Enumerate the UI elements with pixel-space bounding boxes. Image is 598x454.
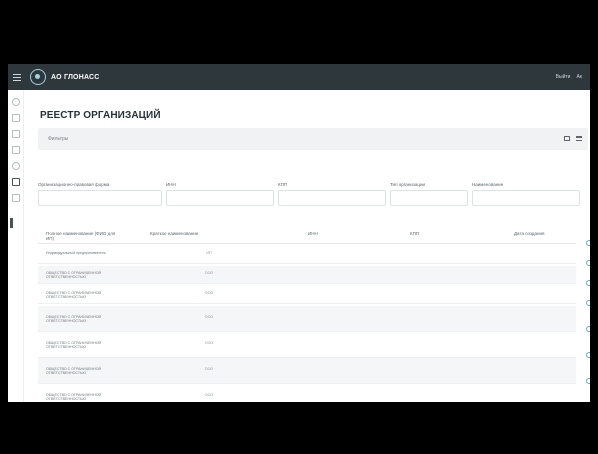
page-title: РЕЕСТР ОРГАНИЗАЦИЙ: [40, 110, 161, 121]
clock-icon[interactable]: [11, 98, 20, 106]
cell-short: ООО: [204, 315, 214, 319]
table-header: Полное наименование (ФИО для ИП) Краткое…: [38, 224, 576, 244]
info-icon[interactable]: [586, 378, 590, 384]
chart-icon[interactable]: [11, 114, 20, 122]
main-content: РЕЕСТР ОРГАНИЗАЦИЙ Фильтры Организационн…: [24, 90, 590, 402]
info-icon[interactable]: [586, 326, 590, 332]
cell-short: ООО: [204, 393, 214, 397]
filter-label-inn: ИНН: [166, 182, 176, 187]
menu-icon[interactable]: [8, 64, 26, 90]
logout-link[interactable]: Выйти: [556, 74, 571, 80]
cell-short: ООО: [204, 341, 214, 345]
top-bar: АО ГЛОНАСС Выйти Ак: [8, 64, 590, 90]
filter-input-name[interactable]: [472, 190, 580, 206]
cell-short: ООО: [204, 271, 214, 275]
filter-label-org-type: Тип организации: [390, 182, 425, 187]
sidebar: [8, 90, 24, 402]
table-row[interactable]: ОБЩЕСТВО С ОГРАНИЧЕННОЙ ОТВЕТСТВЕННОСТЬЮ…: [38, 286, 576, 304]
filter-input-org-type[interactable]: [390, 190, 468, 206]
cell-name: ОБЩЕСТВО С ОГРАНИЧЕННОЙ ОТВЕТСТВЕННОСТЬЮ: [46, 341, 102, 350]
table-row[interactable]: ОБЩЕСТВО С ОГРАНИЧЕННОЙ ОТВЕТСТВЕННОСТЬЮ…: [38, 306, 576, 332]
cell-name: ОБЩЕСТВО С ОГРАНИЧЕННОЙ ОТВЕТСТВЕННОСТЬЮ: [46, 367, 102, 376]
filter-label-name: Наименование: [472, 182, 504, 187]
filters-label: Фильтры: [48, 136, 69, 142]
col-short-name[interactable]: Краткое наименование: [150, 231, 198, 236]
user-name[interactable]: Ак: [576, 74, 582, 80]
filter-input-kpp[interactable]: [278, 190, 386, 206]
glonass-logo-icon: [30, 69, 46, 85]
top-bar-right: Выйти Ак: [556, 74, 582, 80]
cell-name: ОБЩЕСТВО С ОГРАНИЧЕННОЙ ОТВЕТСТВЕННОСТЬЮ: [46, 315, 102, 324]
folder-icon[interactable]: [11, 130, 20, 138]
cell-short: ИП: [206, 251, 212, 255]
table-row[interactable]: ОБЩЕСТВО С ОГРАНИЧЕННОЙ ОТВЕТСТВЕННОСТЬЮ…: [38, 266, 576, 284]
cell-name: Индивидуальный предприниматель: [46, 251, 106, 255]
document-icon[interactable]: [11, 178, 20, 186]
profile-icon[interactable]: [11, 162, 20, 170]
col-kpp[interactable]: КПП: [410, 231, 419, 236]
col-inn[interactable]: ИНН: [308, 231, 318, 236]
table-row[interactable]: Индивидуальный предприниматель ИП: [38, 246, 576, 264]
cell-short: ООО: [204, 367, 214, 371]
tag-icon[interactable]: [11, 194, 20, 202]
filter-label-org-form: Организационно-правовая форма: [38, 182, 110, 187]
table-row[interactable]: ОБЩЕСТВО С ОГРАНИЧЕННОЙ ОТВЕТСТВЕННОСТЬЮ…: [38, 358, 576, 384]
filter-icon[interactable]: [576, 136, 582, 141]
filter-input-org-form[interactable]: [38, 190, 162, 206]
grid-icon[interactable]: [11, 146, 20, 154]
col-full-name[interactable]: Полное наименование (ФИО для ИП): [46, 231, 116, 241]
cell-short: ООО: [204, 291, 214, 295]
sort-icon[interactable]: [564, 136, 570, 141]
filter-label-kpp: КПП: [278, 182, 288, 187]
info-icon[interactable]: [586, 300, 590, 306]
cell-name: ОБЩЕСТВО С ОГРАНИЧЕННОЙ ОТВЕТСТВЕННОСТЬЮ: [46, 393, 102, 402]
cell-name: ОБЩЕСТВО С ОГРАНИЧЕННОЙ ОТВЕТСТВЕННОСТЬЮ: [46, 271, 102, 280]
col-created-date[interactable]: Дата создания: [514, 231, 545, 236]
filter-input-inn[interactable]: [166, 190, 274, 206]
filters-bar[interactable]: Фильтры: [38, 128, 588, 150]
info-icon[interactable]: [586, 280, 590, 286]
table-row[interactable]: ОБЩЕСТВО С ОГРАНИЧЕННОЙ ОТВЕТСТВЕННОСТЬЮ…: [38, 332, 576, 358]
info-icon[interactable]: [586, 260, 590, 266]
app-window: АО ГЛОНАСС Выйти Ак РЕЕСТР ОРГАНИЗАЦИЙ Ф…: [8, 64, 590, 402]
table-row[interactable]: ОБЩЕСТВО С ОГРАНИЧЕННОЙ ОТВЕТСТВЕННОСТЬЮ…: [38, 384, 576, 402]
info-icon[interactable]: [586, 240, 590, 246]
brand-name: АО ГЛОНАСС: [51, 73, 100, 81]
cell-name: ОБЩЕСТВО С ОГРАНИЧЕННОЙ ОТВЕТСТВЕННОСТЬЮ: [46, 291, 102, 300]
sidebar-active-marker: [10, 218, 13, 228]
info-icon[interactable]: [586, 352, 590, 358]
